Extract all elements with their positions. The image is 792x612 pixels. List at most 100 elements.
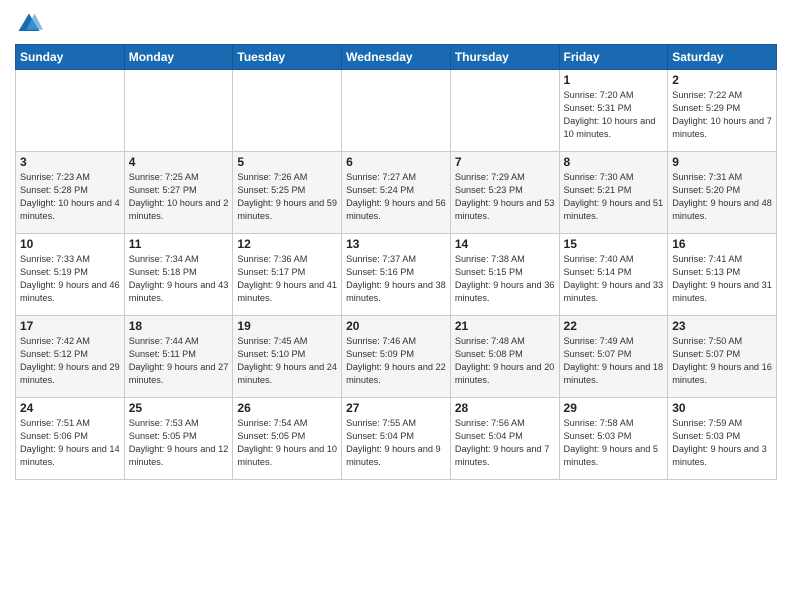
day-cell: 15 Sunrise: 7:40 AM Sunset: 5:14 PM Dayli… <box>559 234 668 316</box>
day-number: 27 <box>346 401 446 415</box>
day-number: 17 <box>20 319 120 333</box>
day-info: Sunrise: 7:51 AM Sunset: 5:06 PM Dayligh… <box>20 417 120 469</box>
logo <box>15 10 47 38</box>
day-number: 14 <box>455 237 555 251</box>
day-cell <box>450 70 559 152</box>
day-info: Sunrise: 7:34 AM Sunset: 5:18 PM Dayligh… <box>129 253 229 305</box>
day-info: Sunrise: 7:33 AM Sunset: 5:19 PM Dayligh… <box>20 253 120 305</box>
day-cell <box>233 70 342 152</box>
day-number: 21 <box>455 319 555 333</box>
day-info: Sunrise: 7:27 AM Sunset: 5:24 PM Dayligh… <box>346 171 446 223</box>
day-cell: 20Sunrise: 7:46 AM Sunset: 5:09 PM Dayli… <box>342 316 451 398</box>
day-cell: 10 Sunrise: 7:33 AM Sunset: 5:19 PM Dayli… <box>16 234 125 316</box>
week-row-5: 24 Sunrise: 7:51 AM Sunset: 5:06 PM Dayli… <box>16 398 777 480</box>
day-number: 18 <box>129 319 229 333</box>
day-number: 29 <box>564 401 664 415</box>
day-number: 28 <box>455 401 555 415</box>
day-cell: 6 Sunrise: 7:27 AM Sunset: 5:24 PM Daylig… <box>342 152 451 234</box>
day-cell: 16 Sunrise: 7:41 AM Sunset: 5:13 PM Dayli… <box>668 234 777 316</box>
day-number: 2 <box>672 73 772 87</box>
day-cell: 8 Sunrise: 7:30 AM Sunset: 5:21 PM Daylig… <box>559 152 668 234</box>
day-cell: 4 Sunrise: 7:25 AM Sunset: 5:27 PM Daylig… <box>124 152 233 234</box>
day-cell: 25Sunrise: 7:53 AM Sunset: 5:05 PM Dayli… <box>124 398 233 480</box>
day-cell: 18 Sunrise: 7:44 AM Sunset: 5:11 PM Dayli… <box>124 316 233 398</box>
day-info: Sunrise: 7:59 AM Sunset: 5:03 PM Dayligh… <box>672 417 772 469</box>
day-info: Sunrise: 7:36 AM Sunset: 5:17 PM Dayligh… <box>237 253 337 305</box>
day-number: 5 <box>237 155 337 169</box>
day-cell <box>124 70 233 152</box>
day-info: Sunrise: 7:25 AM Sunset: 5:27 PM Dayligh… <box>129 171 229 223</box>
day-cell: 22 Sunrise: 7:49 AM Sunset: 5:07 PM Dayli… <box>559 316 668 398</box>
weekday-header-row: SundayMondayTuesdayWednesdayThursdayFrid… <box>16 45 777 70</box>
day-number: 12 <box>237 237 337 251</box>
day-cell: 14 Sunrise: 7:38 AM Sunset: 5:15 PM Dayli… <box>450 234 559 316</box>
day-info: Sunrise: 7:30 AM Sunset: 5:21 PM Dayligh… <box>564 171 664 223</box>
day-info: Sunrise: 7:23 AM Sunset: 5:28 PM Dayligh… <box>20 171 120 223</box>
day-number: 9 <box>672 155 772 169</box>
calendar-table: SundayMondayTuesdayWednesdayThursdayFrid… <box>15 44 777 480</box>
day-number: 8 <box>564 155 664 169</box>
day-number: 13 <box>346 237 446 251</box>
day-info: Sunrise: 7:29 AM Sunset: 5:23 PM Dayligh… <box>455 171 555 223</box>
day-info: Sunrise: 7:20 AM Sunset: 5:31 PM Dayligh… <box>564 89 664 141</box>
logo-icon <box>15 10 43 38</box>
day-cell: 17 Sunrise: 7:42 AM Sunset: 5:12 PM Dayli… <box>16 316 125 398</box>
day-info: Sunrise: 7:26 AM Sunset: 5:25 PM Dayligh… <box>237 171 337 223</box>
day-info: Sunrise: 7:44 AM Sunset: 5:11 PM Dayligh… <box>129 335 229 387</box>
day-number: 23 <box>672 319 772 333</box>
weekday-header-saturday: Saturday <box>668 45 777 70</box>
day-cell: 12 Sunrise: 7:36 AM Sunset: 5:17 PM Dayli… <box>233 234 342 316</box>
day-number: 22 <box>564 319 664 333</box>
day-cell: 2 Sunrise: 7:22 AM Sunset: 5:29 PM Daylig… <box>668 70 777 152</box>
day-number: 11 <box>129 237 229 251</box>
week-row-2: 3 Sunrise: 7:23 AM Sunset: 5:28 PM Daylig… <box>16 152 777 234</box>
day-info: Sunrise: 7:54 AM Sunset: 5:05 PM Dayligh… <box>237 417 337 469</box>
day-number: 30 <box>672 401 772 415</box>
day-cell: 23 Sunrise: 7:50 AM Sunset: 5:07 PM Dayli… <box>668 316 777 398</box>
day-info: Sunrise: 7:38 AM Sunset: 5:15 PM Dayligh… <box>455 253 555 305</box>
day-cell: 24 Sunrise: 7:51 AM Sunset: 5:06 PM Dayli… <box>16 398 125 480</box>
day-cell: 13 Sunrise: 7:37 AM Sunset: 5:16 PM Dayli… <box>342 234 451 316</box>
day-number: 1 <box>564 73 664 87</box>
day-number: 16 <box>672 237 772 251</box>
day-info: Sunrise: 7:41 AM Sunset: 5:13 PM Dayligh… <box>672 253 772 305</box>
day-info: Sunrise: 7:56 AM Sunset: 5:04 PM Dayligh… <box>455 417 555 469</box>
day-info: Sunrise: 7:31 AM Sunset: 5:20 PM Dayligh… <box>672 171 772 223</box>
day-number: 25 <box>129 401 229 415</box>
day-cell: 7 Sunrise: 7:29 AM Sunset: 5:23 PM Daylig… <box>450 152 559 234</box>
day-number: 20 <box>346 319 446 333</box>
day-cell: 9 Sunrise: 7:31 AM Sunset: 5:20 PM Daylig… <box>668 152 777 234</box>
day-number: 10 <box>20 237 120 251</box>
day-number: 24 <box>20 401 120 415</box>
weekday-header-monday: Monday <box>124 45 233 70</box>
calendar-container: SundayMondayTuesdayWednesdayThursdayFrid… <box>0 0 792 490</box>
day-cell: 19Sunrise: 7:45 AM Sunset: 5:10 PM Dayli… <box>233 316 342 398</box>
week-row-1: 1 Sunrise: 7:20 AM Sunset: 5:31 PM Daylig… <box>16 70 777 152</box>
day-cell <box>342 70 451 152</box>
day-number: 4 <box>129 155 229 169</box>
day-info: Sunrise: 7:42 AM Sunset: 5:12 PM Dayligh… <box>20 335 120 387</box>
day-info: Sunrise: 7:55 AM Sunset: 5:04 PM Dayligh… <box>346 417 446 469</box>
weekday-header-tuesday: Tuesday <box>233 45 342 70</box>
weekday-header-friday: Friday <box>559 45 668 70</box>
day-number: 19 <box>237 319 337 333</box>
day-number: 7 <box>455 155 555 169</box>
day-number: 15 <box>564 237 664 251</box>
day-cell: 26 Sunrise: 7:54 AM Sunset: 5:05 PM Dayli… <box>233 398 342 480</box>
day-info: Sunrise: 7:50 AM Sunset: 5:07 PM Dayligh… <box>672 335 772 387</box>
day-info: Sunrise: 7:48 AM Sunset: 5:08 PM Dayligh… <box>455 335 555 387</box>
day-cell: 5 Sunrise: 7:26 AM Sunset: 5:25 PM Daylig… <box>233 152 342 234</box>
day-number: 3 <box>20 155 120 169</box>
day-cell <box>16 70 125 152</box>
day-cell: 30 Sunrise: 7:59 AM Sunset: 5:03 PM Dayli… <box>668 398 777 480</box>
day-cell: 27 Sunrise: 7:55 AM Sunset: 5:04 PM Dayli… <box>342 398 451 480</box>
day-info: Sunrise: 7:22 AM Sunset: 5:29 PM Dayligh… <box>672 89 772 141</box>
day-cell: 29Sunrise: 7:58 AM Sunset: 5:03 PM Dayli… <box>559 398 668 480</box>
day-info: Sunrise: 7:40 AM Sunset: 5:14 PM Dayligh… <box>564 253 664 305</box>
day-info: Sunrise: 7:37 AM Sunset: 5:16 PM Dayligh… <box>346 253 446 305</box>
weekday-header-sunday: Sunday <box>16 45 125 70</box>
week-row-4: 17 Sunrise: 7:42 AM Sunset: 5:12 PM Dayli… <box>16 316 777 398</box>
day-number: 6 <box>346 155 446 169</box>
day-info: Sunrise: 7:49 AM Sunset: 5:07 PM Dayligh… <box>564 335 664 387</box>
day-number: 26 <box>237 401 337 415</box>
